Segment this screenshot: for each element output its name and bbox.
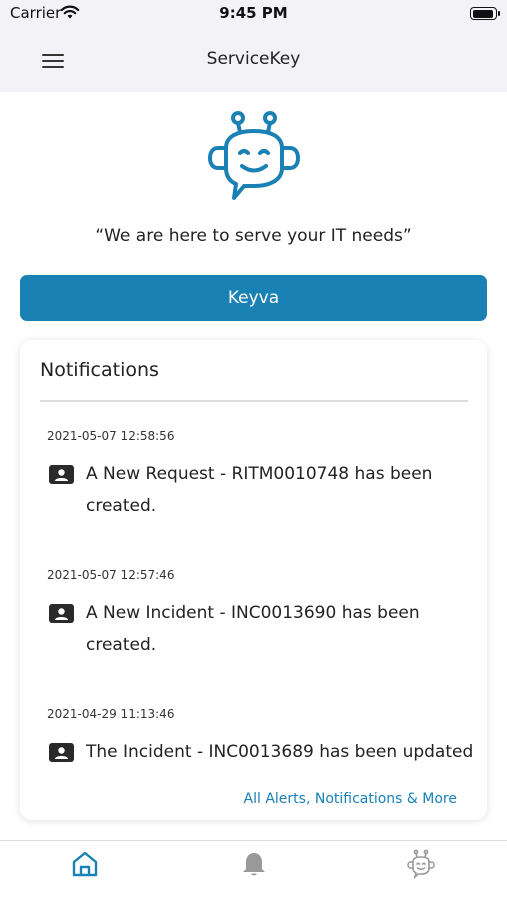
tagline: “We are here to serve your IT needs” — [95, 226, 412, 246]
keyva-button[interactable]: Keyva — [20, 275, 487, 321]
page-title: ServiceKey — [206, 49, 301, 69]
notification-message: A New Incident - INC0013690 has been cre… — [86, 603, 420, 655]
status-bar: Carrier 9:45 PM — [0, 0, 507, 30]
divider — [40, 400, 468, 402]
nav-bar: ServiceKey — [0, 30, 507, 92]
battery-icon — [470, 7, 500, 20]
notification-message: A New Request - RITM0010748 has been cre… — [86, 464, 433, 516]
home-icon[interactable] — [70, 849, 100, 879]
notification-message: The Incident - INC0013689 has been updat… — [86, 742, 474, 762]
bell-icon[interactable] — [239, 849, 269, 879]
all-alerts-link[interactable]: All Alerts, Notifications & More — [244, 791, 457, 807]
tab-bar — [0, 840, 507, 900]
robot-icon[interactable] — [406, 849, 436, 879]
notification-timestamp: 2021-05-07 12:57:46 — [47, 568, 175, 582]
id-card-icon — [49, 743, 74, 762]
id-card-icon — [49, 604, 74, 623]
id-card-icon — [49, 465, 74, 484]
notifications-card: Notifications 2021-05-07 12:58:56 A New … — [20, 340, 487, 820]
robot-chat-icon — [208, 111, 300, 200]
notification-timestamp: 2021-05-07 12:58:56 — [47, 429, 175, 443]
clock: 9:45 PM — [219, 4, 288, 22]
notification-timestamp: 2021-04-29 11:13:46 — [47, 707, 175, 721]
notifications-title: Notifications — [40, 359, 159, 381]
